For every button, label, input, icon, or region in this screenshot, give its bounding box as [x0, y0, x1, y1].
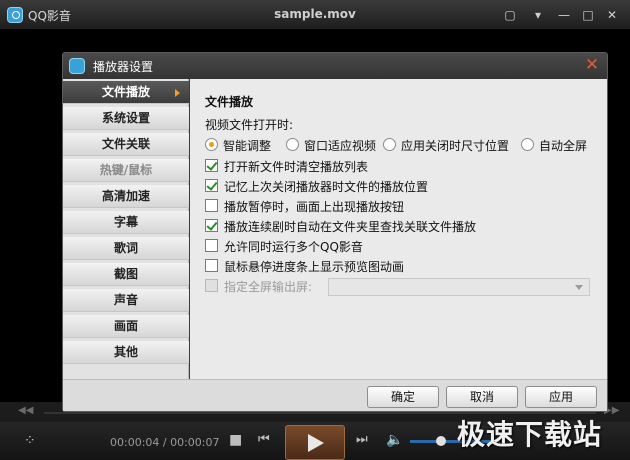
qq-player-logo-icon — [69, 58, 85, 74]
dialog-title-bar: 播放器设置 ✕ — [63, 53, 607, 79]
checkbox-label: 允许同时运行多个QQ影音 — [224, 240, 363, 254]
checkbox-label: 播放连续剧时自动在文件夹里查找关联文件播放 — [224, 220, 477, 234]
checkbox[interactable] — [205, 259, 218, 272]
radio-button[interactable] — [383, 138, 396, 151]
radio-button[interactable] — [286, 138, 299, 151]
checkbox[interactable] — [205, 239, 218, 252]
checkbox — [205, 279, 218, 292]
video-open-label: 视频文件打开时: — [205, 118, 294, 132]
checkbox[interactable] — [205, 219, 218, 232]
title-bar: QQ影音 sample.mov ▢ ▾ — □ ✕ — [0, 0, 630, 30]
sidebar-item-picture[interactable]: 画面 — [63, 315, 189, 338]
maximize-icon[interactable]: □ — [580, 7, 596, 23]
dialog-title: 播放器设置 — [93, 60, 154, 74]
ok-button[interactable]: 确定 — [367, 386, 439, 408]
radio-button[interactable] — [521, 138, 534, 151]
checkbox[interactable] — [205, 199, 218, 212]
previous-icon[interactable]: ⏮ — [258, 432, 270, 447]
radio-label: 窗口适应视频 — [304, 139, 377, 153]
sidebar-item-other[interactable]: 其他 — [63, 341, 189, 364]
settings-sidebar: 文件播放 系统设置 文件关联 热键/鼠标 高清加速 字幕 歌词 截图 声音 画面… — [63, 79, 189, 379]
checkbox[interactable] — [205, 179, 218, 192]
sidebar-item-screenshot[interactable]: 截图 — [63, 263, 189, 286]
settings-content-panel: 文件播放 视频文件打开时: 智能调整 窗口适应视频 应用关闭时尺寸位置 自动全屏… — [190, 79, 607, 379]
sidebar-item-hotkey-mouse[interactable]: 热键/鼠标 — [63, 159, 189, 182]
play-button[interactable] — [285, 425, 345, 460]
volume-icon[interactable]: 🔈 — [386, 432, 403, 448]
radio-label: 智能调整 — [223, 139, 272, 153]
sidebar-item-file-playback[interactable]: 文件播放 — [63, 81, 189, 104]
menu-dropdown-icon[interactable]: ▾ — [530, 7, 546, 23]
dialog-footer: 确定 取消 应用 — [63, 379, 607, 411]
watermark-text: 极速下载站 — [457, 418, 603, 451]
sidebar-item-lyrics[interactable]: 歌词 — [63, 237, 189, 260]
playback-time: 00:00:04 / 00:00:07 — [110, 436, 220, 449]
close-window-icon[interactable]: ✕ — [604, 7, 620, 23]
apply-button[interactable]: 应用 — [525, 386, 597, 408]
checkbox-label: 播放暂停时，画面上出现播放按钮 — [224, 200, 405, 214]
sidebar-item-file-association[interactable]: 文件关联 — [63, 133, 189, 156]
footprint-icon[interactable]: ⁘ — [24, 433, 36, 449]
checkbox-label: 指定全屏输出屏: — [224, 280, 313, 294]
chat-icon[interactable]: ▢ — [502, 7, 518, 23]
next-icon[interactable]: ⏭ — [356, 432, 368, 447]
fullscreen-output-select — [328, 278, 590, 296]
stop-icon[interactable]: ■ — [229, 432, 242, 448]
sidebar-item-sound[interactable]: 声音 — [63, 289, 189, 312]
radio-label: 自动全屏 — [539, 139, 588, 153]
checkbox-label: 记忆上次关闭播放器时文件的播放位置 — [224, 180, 429, 194]
sidebar-item-subtitles[interactable]: 字幕 — [63, 211, 189, 234]
minimize-icon[interactable]: — — [556, 7, 572, 23]
checkbox-label: 打开新文件时清空播放列表 — [224, 160, 369, 174]
chevron-down-icon — [575, 285, 583, 290]
dialog-close-icon[interactable]: ✕ — [583, 56, 601, 74]
radio-button-selected[interactable] — [205, 138, 218, 151]
checkbox[interactable] — [205, 159, 218, 172]
section-title: 文件播放 — [205, 95, 254, 109]
checkbox-label: 鼠标悬停进度条上显示预览图动画 — [224, 260, 405, 274]
volume-slider-knob[interactable] — [436, 436, 446, 446]
sidebar-item-hd-acceleration[interactable]: 高清加速 — [63, 185, 189, 208]
sidebar-item-system-settings[interactable]: 系统设置 — [63, 107, 189, 130]
player-settings-dialog: 播放器设置 ✕ 文件播放 系统设置 文件关联 热键/鼠标 高清加速 字幕 歌词 … — [62, 52, 608, 412]
rewind-icon[interactable]: ◀◀ — [18, 405, 33, 416]
cancel-button[interactable]: 取消 — [446, 386, 518, 408]
radio-label: 应用关闭时尺寸位置 — [401, 139, 510, 153]
